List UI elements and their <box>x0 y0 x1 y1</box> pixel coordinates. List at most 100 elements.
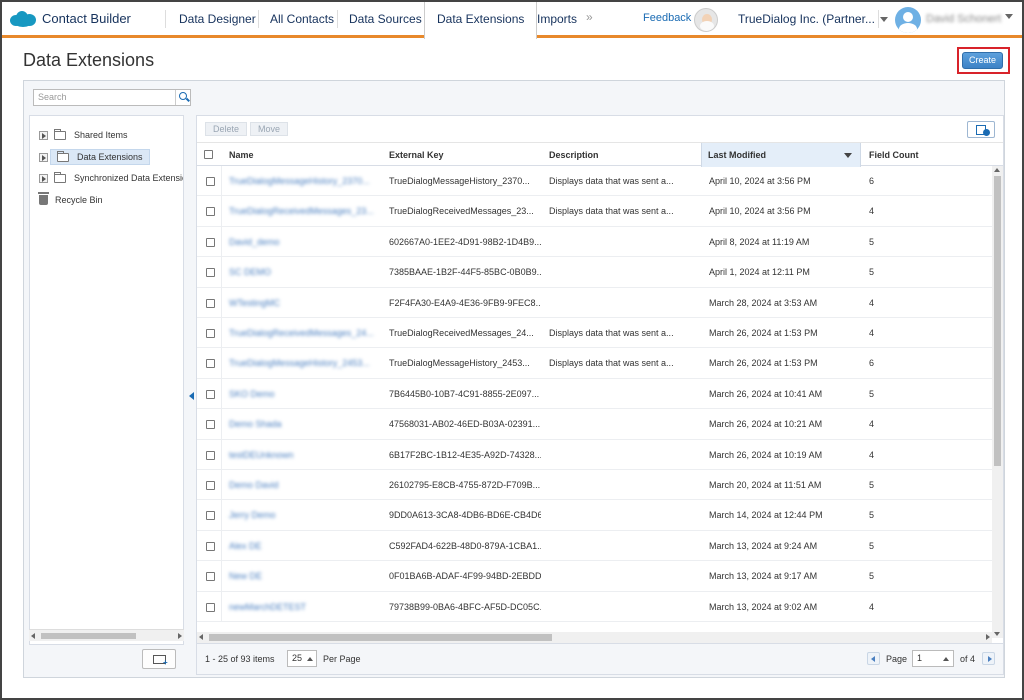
cell-external-key: 602667A0-1EE2-4D91-98B2-1D4B9... <box>389 236 541 247</box>
column-settings-button[interactable] <box>967 121 995 138</box>
table-row[interactable]: newMarchDETEST 79738B99-0BA6-4BFC-AF5D-DC… <box>197 592 992 622</box>
search-icon[interactable] <box>175 90 190 105</box>
previous-page-button[interactable] <box>867 652 880 665</box>
cell-name[interactable]: Jerry Demo <box>229 500 379 530</box>
tree-item-data-extensions[interactable]: Data Extensions <box>30 147 150 167</box>
cell-name[interactable]: TrueDialogReceivedMessages_24... <box>229 318 379 348</box>
cell-name[interactable]: David_demo <box>229 227 379 257</box>
row-checkbox[interactable] <box>206 268 215 278</box>
column-header-field-count[interactable]: Field Count <box>863 143 993 167</box>
cell-name[interactable]: TrueDialogReceivedMessages_23... <box>229 196 379 226</box>
delete-button[interactable]: Delete <box>205 122 248 136</box>
cell-name[interactable]: WTestingMC <box>229 288 379 318</box>
collapse-panel-icon[interactable] <box>189 392 194 400</box>
cell-last-modified: April 10, 2024 at 3:56 PM <box>709 176 811 186</box>
row-checkbox[interactable] <box>206 450 215 460</box>
tree-horizontal-scrollbar[interactable] <box>29 629 184 641</box>
cell-external-key: TrueDialogMessageHistory_2370... <box>389 176 530 186</box>
table-row[interactable]: SC DEMO 7385BAAE-1B2F-44F5-85BC-0B0B9... A… <box>197 257 992 288</box>
cell-name[interactable]: SC DEMO <box>229 257 379 287</box>
next-page-button[interactable] <box>982 652 995 665</box>
per-page-select[interactable]: 25 <box>287 650 317 667</box>
page-number-input[interactable]: 1 <box>912 650 954 667</box>
expand-icon[interactable] <box>39 130 48 140</box>
cell-field-count: 6 <box>869 176 875 186</box>
row-checkbox[interactable] <box>206 511 215 521</box>
cell-last-modified: March 13, 2024 at 9:02 AM <box>709 601 818 612</box>
folder-icon <box>54 128 66 140</box>
column-header-name[interactable]: Name <box>223 143 383 167</box>
more-tabs-icon[interactable]: » <box>586 10 593 24</box>
create-button[interactable]: Create <box>962 52 1003 69</box>
table-row[interactable]: David_demo 602667A0-1EE2-4D91-98B2-1D4B9.… <box>197 227 992 258</box>
tree-item-recycle-bin[interactable]: Recycle Bin <box>30 190 103 210</box>
tree-item-synchronized-data-extensions[interactable]: Synchronized Data Extensions <box>30 168 183 188</box>
cell-description <box>549 531 699 561</box>
table-row[interactable]: TrueDialogReceivedMessages_24... TrueDial… <box>197 318 992 349</box>
row-checkbox[interactable] <box>206 572 215 582</box>
user-name[interactable]: David Schonert <box>926 13 1001 25</box>
expand-icon[interactable] <box>39 152 48 162</box>
cell-name[interactable]: TrueDialogMessageHistory_2370... <box>229 166 379 196</box>
page-total: of 4 <box>960 654 976 664</box>
nav-divider <box>165 10 166 28</box>
cell-external-key: F2F4FA30-E4A9-4E36-9FB9-9FEC8... <box>389 297 541 308</box>
tab-imports[interactable]: Imports <box>525 2 589 35</box>
row-checkbox[interactable] <box>206 389 215 399</box>
user-avatar[interactable] <box>895 7 921 33</box>
column-header-external-key[interactable]: External Key <box>383 143 543 167</box>
feedback-link[interactable]: Feedback <box>643 12 691 24</box>
cell-description <box>549 227 699 257</box>
row-checkbox[interactable] <box>206 298 215 308</box>
tree-item-label: Synchronized Data Extensions <box>74 173 183 183</box>
table-row[interactable]: WTestingMC F2F4FA30-E4A9-4E36-9FB9-9FEC8.… <box>197 288 992 318</box>
row-checkbox[interactable] <box>206 541 215 551</box>
table-row[interactable]: Alex DE C592FAD4-622B-48D0-879A-1CBA1... M… <box>197 531 992 562</box>
row-checkbox[interactable] <box>206 481 215 490</box>
row-checkbox[interactable] <box>206 602 215 612</box>
grid-horizontal-scrollbar[interactable] <box>197 632 992 643</box>
tab-data-extensions[interactable]: Data Extensions <box>424 2 538 39</box>
table-row[interactable]: SKO Demo 7B6445B0-10B7-4C91-8855-2E097...… <box>197 379 992 410</box>
table-row[interactable]: TrueDialogMessageHistory_2453... TrueDial… <box>197 348 992 379</box>
chevron-down-icon[interactable] <box>1005 14 1013 19</box>
column-header-description[interactable]: Description <box>543 143 703 167</box>
cell-name[interactable]: testDEUnknown <box>229 440 379 470</box>
cell-last-modified: March 14, 2024 at 12:44 PM <box>709 510 823 521</box>
table-row[interactable]: TrueDialogReceivedMessages_23... TrueDial… <box>197 196 992 227</box>
search-input[interactable]: Search <box>33 89 191 106</box>
row-checkbox[interactable] <box>206 237 215 247</box>
row-checkbox[interactable] <box>206 420 215 430</box>
cell-name[interactable]: Demo Shada <box>229 409 379 439</box>
grid-vertical-scrollbar[interactable] <box>992 166 1003 638</box>
row-checkbox[interactable] <box>206 329 215 338</box>
tree-item-shared-items[interactable]: Shared Items <box>30 125 128 145</box>
table-row[interactable]: testDEUnknown 6B17F2BC-1B12-4E35-A92D-743… <box>197 440 992 470</box>
cell-name[interactable]: SKO Demo <box>229 379 379 409</box>
cell-name[interactable]: Demo David <box>229 470 379 500</box>
brand[interactable]: Contact Builder <box>10 2 131 35</box>
row-checkbox[interactable] <box>206 359 215 369</box>
expand-icon[interactable] <box>39 173 48 183</box>
cell-name[interactable]: TrueDialogMessageHistory_2453... <box>229 348 379 378</box>
table-row[interactable]: TrueDialogMessageHistory_2370... TrueDial… <box>197 166 992 197</box>
row-checkbox[interactable] <box>206 207 215 217</box>
table-row[interactable]: Demo David 26102795-E8CB-4755-872D-F709B.… <box>197 470 992 501</box>
org-switcher[interactable]: TrueDialog Inc. (Partner... <box>738 12 888 26</box>
move-button[interactable]: Move <box>250 122 289 136</box>
new-folder-button[interactable]: + <box>142 649 176 669</box>
table-row[interactable]: New DE 0F01BA6B-ADAF-4F99-94BD-2EBDD... Ma… <box>197 561 992 592</box>
tab-data-sources[interactable]: Data Sources <box>337 2 434 35</box>
cell-name[interactable]: New DE <box>229 561 379 591</box>
table-row[interactable]: Jerry Demo 9DD0A613-3CA8-4DB6-BD6E-CB4D6.… <box>197 500 992 531</box>
table-row[interactable]: Demo Shada 47568031-AB02-46ED-B03A-02391.… <box>197 409 992 440</box>
tab-data-designer[interactable]: Data Designer <box>167 2 268 35</box>
cell-name[interactable]: Alex DE <box>229 531 379 561</box>
tab-all-contacts[interactable]: All Contacts <box>258 2 346 35</box>
row-checkbox[interactable] <box>206 177 215 186</box>
column-header-last-modified[interactable]: Last Modified <box>701 143 861 167</box>
cell-field-count: 5 <box>869 236 875 247</box>
select-all-checkbox[interactable] <box>204 150 213 159</box>
cell-name[interactable]: newMarchDETEST <box>229 592 379 622</box>
cell-last-modified: March 13, 2024 at 9:17 AM <box>709 571 818 582</box>
